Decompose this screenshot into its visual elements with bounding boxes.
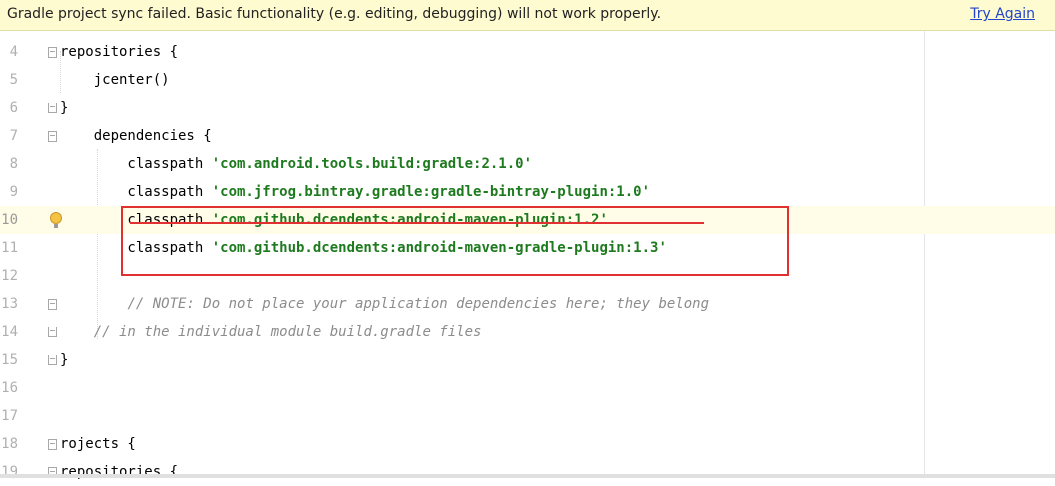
line-number: 13 [1, 296, 18, 312]
line-number: 8 [9, 156, 18, 172]
code-text: classpath [60, 156, 212, 172]
code-line: 15 } [0, 346, 1055, 374]
code-text: jcenter() [60, 72, 170, 88]
line-number: 9 [9, 184, 18, 200]
code-text: repositories { [60, 44, 179, 60]
try-again-link[interactable]: Try Again [970, 6, 1035, 22]
string-literal: 'com.android.tools.build:gradle:2.1.0' [211, 156, 533, 172]
line-number: 11 [1, 240, 18, 256]
line-number: 12 [1, 268, 18, 284]
line-number: 4 [9, 44, 18, 60]
line-number: 14 [1, 324, 18, 340]
highlight-annotation-box [121, 206, 789, 276]
code-line: 16 [0, 374, 1055, 402]
code-line: 17 [0, 402, 1055, 430]
sync-failed-banner: Gradle project sync failed. Basic functi… [0, 0, 1055, 31]
fold-marker-icon[interactable] [48, 439, 57, 450]
line-number: 6 [9, 100, 18, 116]
code-line: 6 } [0, 94, 1055, 122]
code-line: 7 dependencies { [0, 122, 1055, 150]
code-text: classpath [60, 184, 212, 200]
fold-marker-icon[interactable] [48, 299, 57, 310]
code-line: 8 classpath 'com.android.tools.build:gra… [0, 150, 1055, 178]
line-number: 18 [1, 436, 18, 452]
line-number: 17 [1, 408, 18, 424]
code-line: 9 classpath 'com.jfrog.bintray.gradle:gr… [0, 178, 1055, 206]
fold-marker-icon[interactable] [48, 131, 57, 142]
line-number: 16 [1, 380, 18, 396]
code-text: rojects { [60, 436, 136, 452]
line-number: 5 [9, 72, 18, 88]
code-editor[interactable]: 4 repositories { 5 jcenter() 6 } 7 depen… [0, 31, 1055, 480]
horizontal-scrollbar[interactable] [0, 474, 1055, 478]
fold-marker-icon[interactable] [48, 355, 57, 365]
comment-text: // in the individual module build.gradle… [93, 324, 482, 340]
code-text: } [60, 100, 69, 116]
code-text: } [60, 352, 69, 368]
code-text: repositories { [60, 464, 179, 480]
code-line: 18 rojects { [0, 430, 1055, 458]
fold-marker-icon[interactable] [48, 103, 57, 113]
code-line: 13 // NOTE: Do not place your applicatio… [0, 290, 1055, 318]
code-line: 5 jcenter() [0, 66, 1055, 94]
line-number: 7 [9, 128, 18, 144]
code-line: 14 // in the individual module build.gra… [0, 318, 1055, 346]
code-text: dependencies { [60, 128, 212, 144]
comment-text: // NOTE: Do not place your application d… [127, 296, 710, 312]
line-number: 15 [1, 352, 18, 368]
line-number: 19 [1, 464, 18, 480]
string-literal: 'com.jfrog.bintray.gradle:gradle-bintray… [211, 184, 651, 200]
fold-marker-icon[interactable] [48, 327, 57, 337]
line-number: 10 [1, 212, 18, 228]
banner-message: Gradle project sync failed. Basic functi… [7, 6, 662, 22]
code-line: 19 repositories { [0, 458, 1055, 486]
code-line: 4 repositories { [0, 38, 1055, 66]
fold-marker-icon[interactable] [48, 47, 57, 58]
